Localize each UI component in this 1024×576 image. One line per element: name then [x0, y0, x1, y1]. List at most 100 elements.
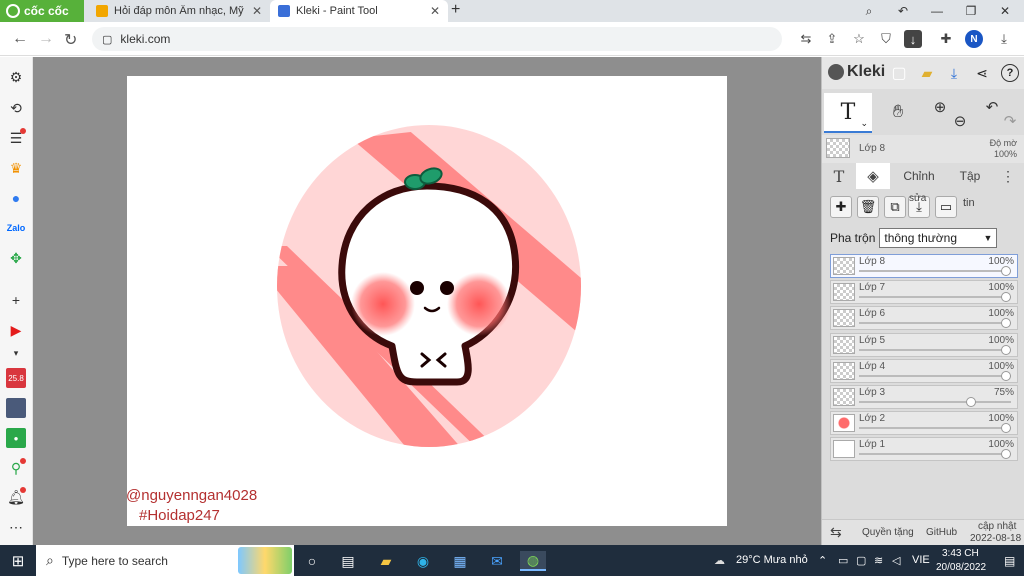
tab-hoidap[interactable]: Hỏi đáp môn Âm nhạc, Mỹ thuật ✕: [88, 0, 270, 22]
tray-expand-icon[interactable]: ⌃: [818, 554, 827, 567]
drawing-canvas[interactable]: @nguyenngan4028 #Hoidap247: [126, 76, 727, 526]
opacity-slider-track[interactable]: [859, 348, 1011, 351]
browser-brand[interactable]: cốc cốc: [0, 0, 84, 22]
duplicate-layer-icon[interactable]: ⧉: [884, 196, 906, 218]
game-controller-icon[interactable]: ✥: [6, 248, 26, 268]
opacity-slider-track[interactable]: [859, 296, 1011, 299]
youtube-icon[interactable]: ▶: [6, 320, 26, 340]
shield-icon[interactable]: ⛉: [877, 30, 895, 48]
new-tab-icon[interactable]: +: [451, 1, 460, 19]
close-tab-icon[interactable]: ✕: [430, 4, 440, 18]
opacity-slider-handle[interactable]: [1001, 292, 1011, 303]
zoom-out-icon[interactable]: ⊖: [946, 107, 974, 135]
search-highlight-image[interactable]: [238, 547, 292, 574]
add-layer-icon[interactable]: ✚: [830, 196, 852, 218]
opacity-slider-handle[interactable]: [1001, 370, 1011, 381]
layer-item[interactable]: Lớp 4 100%: [830, 358, 1018, 383]
current-layer-bar[interactable]: Lớp 8 Độ mờ 100%: [822, 135, 1024, 163]
battery-icon[interactable]: ▭: [838, 554, 848, 567]
edge-icon[interactable]: ◉: [413, 551, 433, 571]
store-icon[interactable]: ▦: [450, 551, 470, 571]
text-tool-button[interactable]: T ⌄: [824, 93, 872, 133]
file-explorer-icon[interactable]: ▰: [376, 551, 396, 571]
clock-time[interactable]: 3:43 CH: [942, 548, 979, 559]
game-app-icon[interactable]: ●: [6, 428, 26, 448]
share-icon[interactable]: ⋖: [973, 64, 991, 82]
mail-icon[interactable]: ✉: [487, 551, 507, 571]
site-info-icon[interactable]: ▢: [102, 33, 112, 46]
settings-gear-icon[interactable]: ⚙: [6, 67, 26, 87]
opacity-slider-handle[interactable]: [1001, 266, 1011, 276]
opacity-slider-handle[interactable]: [1001, 449, 1011, 460]
layer-item[interactable]: Lớp 7 100%: [830, 280, 1018, 305]
weather-icon[interactable]: ☁: [714, 554, 725, 567]
layer-item[interactable]: Lớp 6 100%: [830, 306, 1018, 331]
downloads-icon[interactable]: ⤓: [995, 30, 1013, 48]
opacity-slider-track[interactable]: [859, 374, 1011, 377]
save-download-icon[interactable]: ⤓: [945, 64, 963, 82]
layer-item[interactable]: Lớp 5 100%: [830, 332, 1018, 357]
privacy-link[interactable]: Quyền tặng: [862, 527, 914, 538]
back-icon[interactable]: ←: [12, 30, 28, 48]
forward-icon[interactable]: →: [38, 30, 54, 48]
add-sidebar-item-icon[interactable]: +: [6, 290, 26, 310]
tab-file[interactable]: Tập: [952, 163, 988, 189]
sidebar-collapse-icon[interactable]: ▾: [6, 343, 26, 363]
bell-icon[interactable]: 🔔︎: [6, 487, 26, 507]
blend-mode-select[interactable]: thông thường ▼: [879, 228, 998, 248]
tab-kleki[interactable]: Kleki - Paint Tool ✕: [270, 0, 448, 22]
display-icon[interactable]: ▢: [856, 554, 866, 567]
reload-icon[interactable]: ↻: [64, 30, 77, 50]
translate-icon[interactable]: ⇆: [797, 30, 815, 48]
messenger-icon[interactable]: ●: [6, 188, 26, 208]
shopping-icon[interactable]: 25.8: [6, 368, 26, 388]
delete-layer-icon[interactable]: 🗑︎: [857, 196, 879, 218]
opacity-slider-track[interactable]: [859, 453, 1011, 456]
more-options-icon[interactable]: ⋮: [998, 163, 1018, 189]
layer-item[interactable]: Lớp 3 75%: [830, 384, 1018, 409]
opacity-slider-handle[interactable]: [1001, 344, 1011, 355]
tab-text-settings[interactable]: T: [824, 163, 854, 189]
extensions-icon[interactable]: ✚: [937, 30, 955, 48]
tab-search-icon[interactable]: ⌕: [852, 0, 886, 22]
maximize-icon[interactable]: ❐: [954, 0, 988, 22]
opacity-slider-handle[interactable]: [1001, 318, 1011, 329]
volume-icon[interactable]: ◁: [892, 554, 900, 567]
redo-icon[interactable]: ↷: [996, 107, 1024, 135]
bookmark-star-icon[interactable]: ☆: [850, 30, 868, 48]
download-video-icon[interactable]: ↓: [904, 30, 922, 48]
windows-start-icon[interactable]: ⊞: [8, 551, 28, 571]
open-folder-icon[interactable]: ▰: [918, 64, 936, 82]
widgets-icon[interactable]: ▤: [338, 551, 358, 571]
reading-list-icon[interactable]: ☰: [6, 128, 26, 148]
crown-icon[interactable]: ♛: [6, 158, 26, 178]
notifications-icon[interactable]: ▤: [1004, 554, 1015, 568]
tab-edit[interactable]: Chỉnh: [896, 163, 942, 189]
clock-date[interactable]: 20/08/2022: [936, 562, 986, 573]
github-link[interactable]: GitHub: [926, 527, 957, 538]
opacity-slider-track[interactable]: [859, 427, 1011, 430]
layer-item[interactable]: Lớp 8 100%: [830, 254, 1018, 278]
share-icon[interactable]: ⇪: [823, 30, 841, 48]
more-options-icon[interactable]: ⋯: [6, 517, 26, 537]
map-pin-icon[interactable]: ⚲: [6, 458, 26, 478]
layer-item[interactable]: Lớp 1 100%: [830, 437, 1018, 462]
app-thumbnail-icon[interactable]: [6, 398, 26, 418]
swap-icon[interactable]: ⇆: [830, 524, 842, 541]
layer-item[interactable]: Lớp 2 100%: [830, 411, 1018, 436]
opacity-slider-track[interactable]: [859, 270, 1011, 272]
close-window-icon[interactable]: ✕: [988, 0, 1022, 22]
opacity-slider-track[interactable]: [859, 322, 1011, 325]
rename-layer-icon[interactable]: ▭: [935, 196, 957, 218]
profile-avatar[interactable]: N: [965, 30, 983, 48]
help-icon[interactable]: ?: [1001, 64, 1019, 82]
history-icon[interactable]: ⟲: [6, 98, 26, 118]
weather-text[interactable]: 29°C Mưa nhỏ: [736, 554, 808, 566]
opacity-slider-handle[interactable]: [1001, 423, 1011, 434]
address-bar[interactable]: ▢ kleki.com: [92, 27, 782, 51]
hand-tool-icon[interactable]: ✋︎: [884, 97, 912, 125]
tab-layers[interactable]: ◈: [856, 163, 890, 189]
wifi-icon[interactable]: ≋: [874, 554, 883, 567]
language-indicator[interactable]: VIE: [912, 554, 930, 566]
close-tab-icon[interactable]: ✕: [252, 4, 262, 18]
